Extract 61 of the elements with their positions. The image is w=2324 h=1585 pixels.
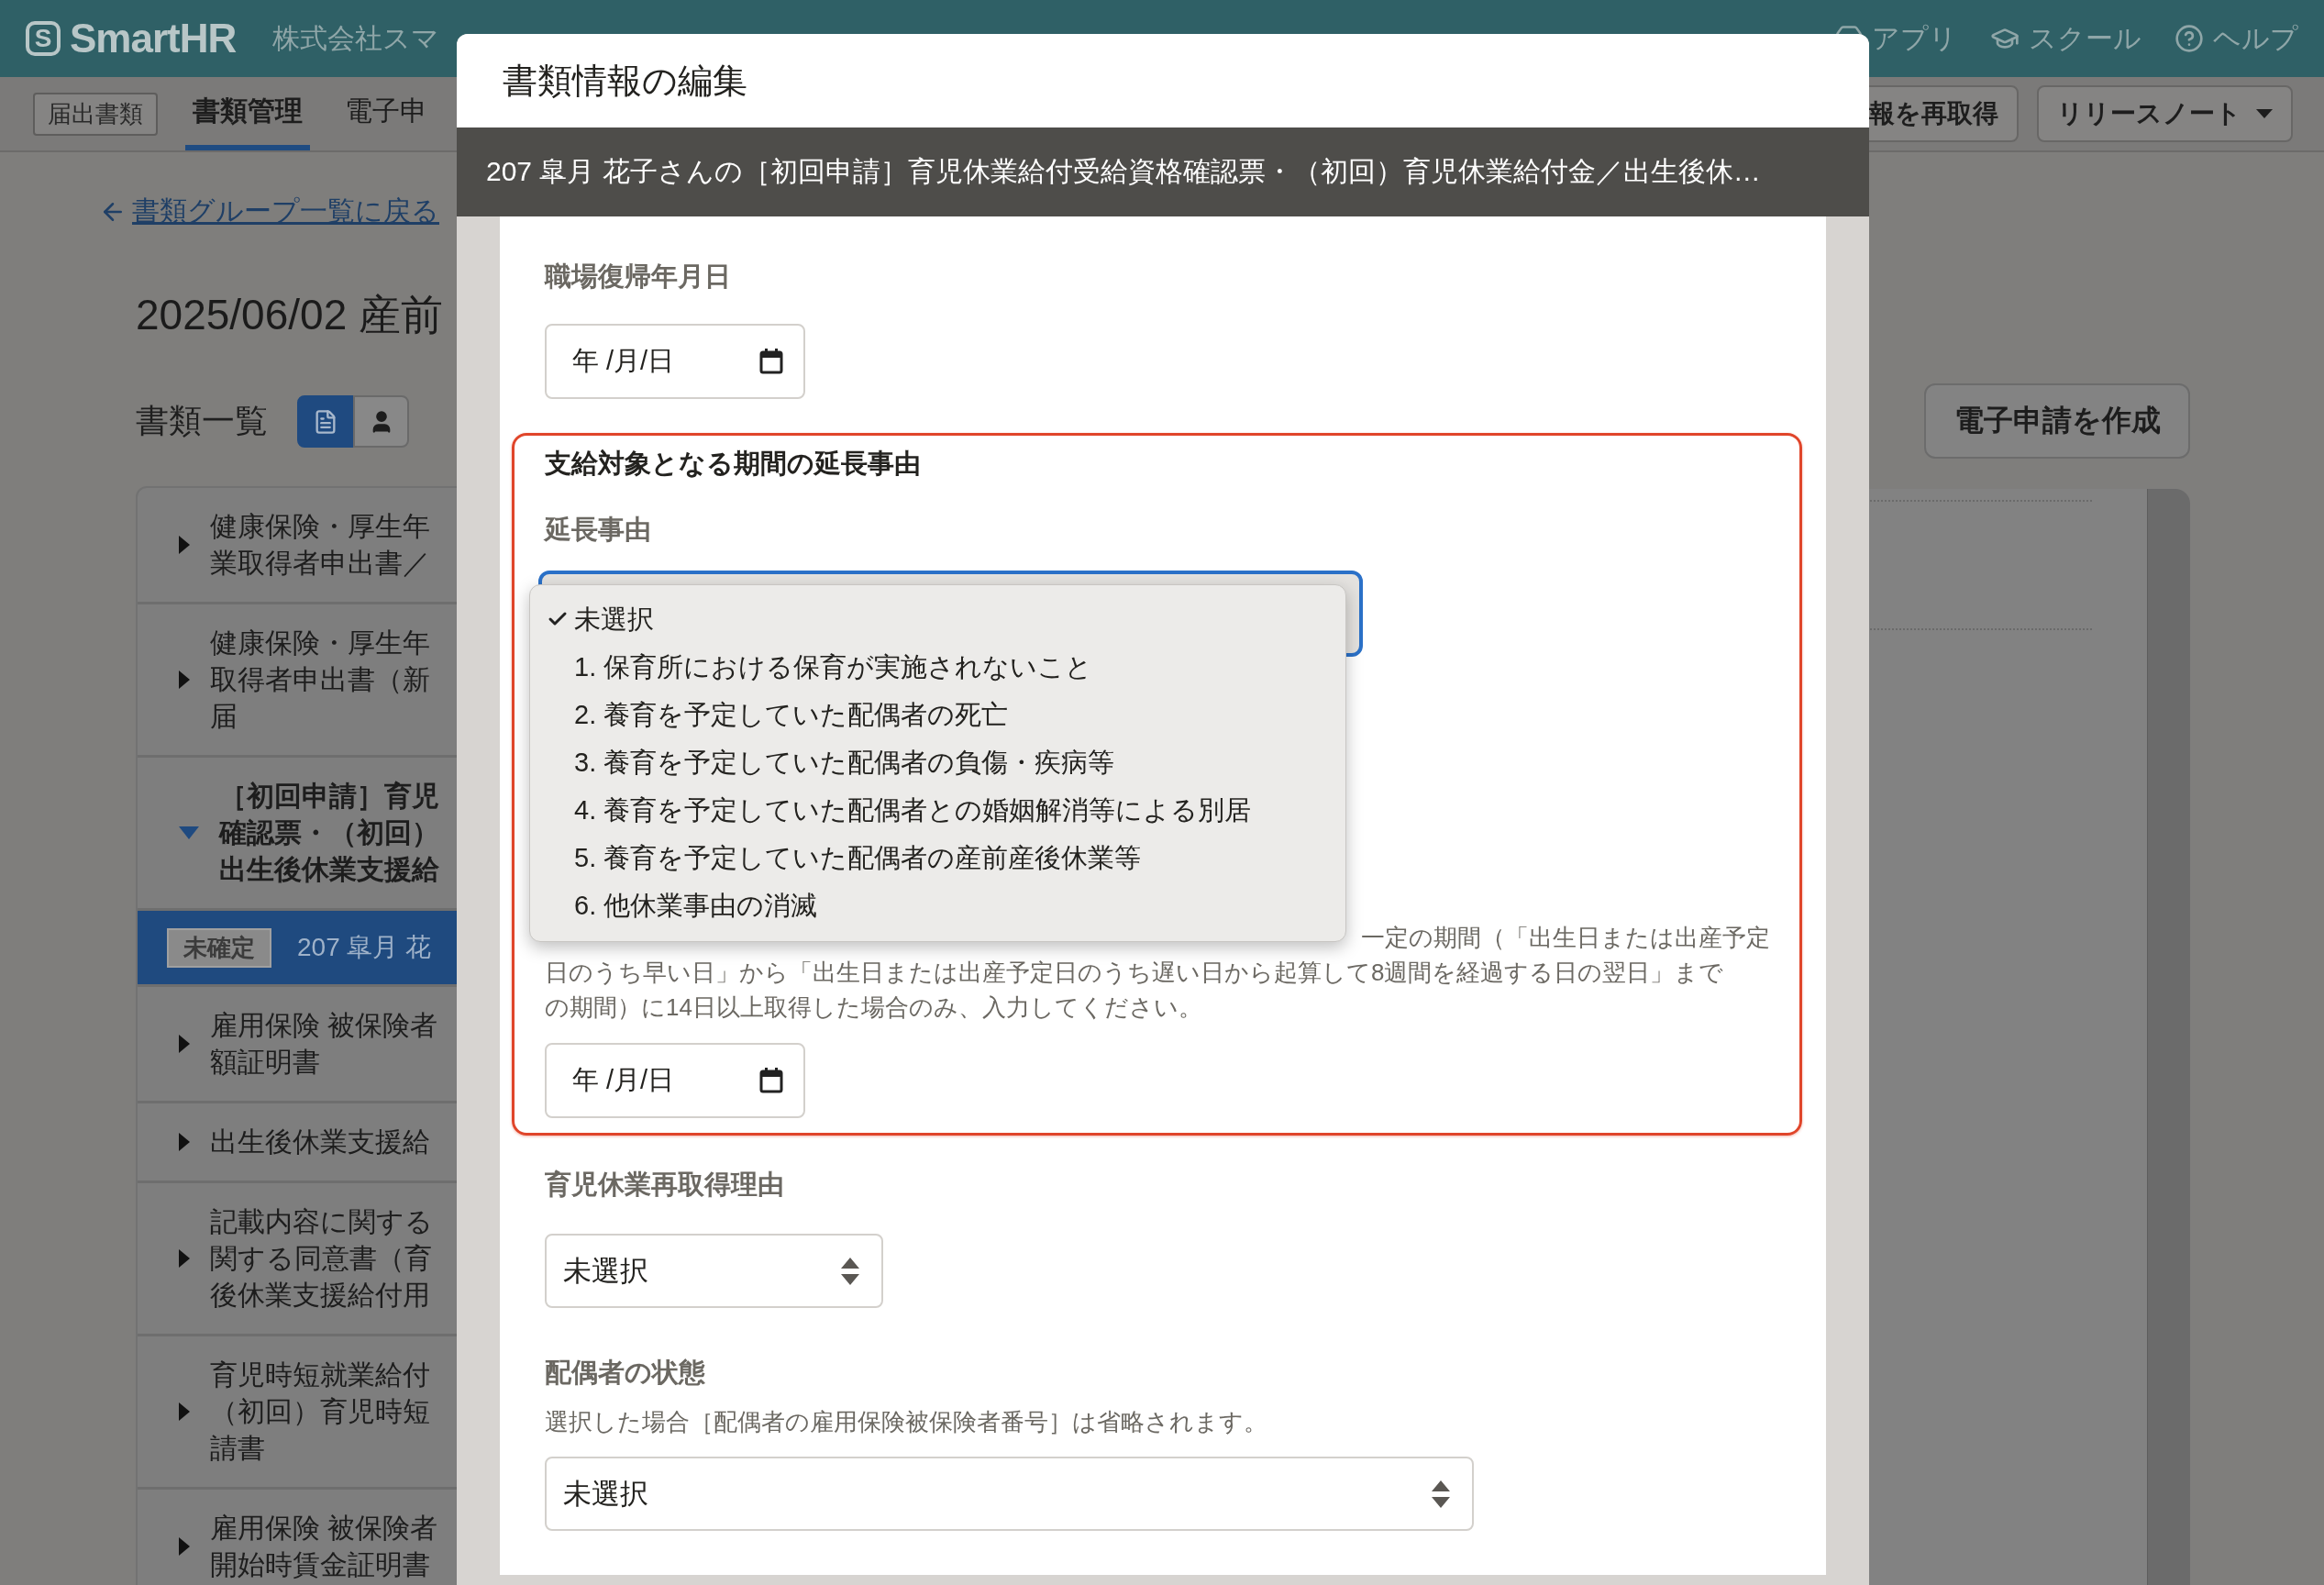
caret-icon	[2256, 109, 2273, 118]
logo-text: SmartHR	[70, 16, 237, 61]
nav-tab[interactable]: 書類管理	[185, 77, 310, 150]
help-icon	[2175, 24, 2204, 53]
back-link[interactable]: 書類グループ一覧に戻る	[99, 193, 493, 230]
document-name: 健康保険・厚生年 取得者申出書（新 届	[210, 626, 430, 733]
select-field[interactable]: 未選択	[545, 1234, 883, 1308]
menu-button[interactable]: リリースノート	[2037, 85, 2293, 142]
nav-tab[interactable]: 届出書類	[33, 92, 158, 136]
caret-right-icon[interactable]	[179, 671, 190, 689]
dropdown-option[interactable]: 3. 養育を予定していた配偶者の負傷・疾病等	[530, 739, 1345, 787]
caret-right-icon[interactable]	[179, 1035, 190, 1053]
document-name: 育児時短就業給付 （初回）育児時短 請書	[210, 1358, 430, 1465]
field-label: 職場復帰年月日	[545, 260, 731, 293]
date-field[interactable]: 年 /月/日	[545, 324, 805, 399]
dropdown-option[interactable]: 5. 養育を予定していた配偶者の産前産後休業等	[530, 835, 1345, 882]
up-down-arrows-icon	[841, 1257, 859, 1285]
document-name: ［初回申請］育児 確認票・（初回） 出生後休業支援給	[219, 780, 439, 886]
select-field[interactable]: 未選択	[545, 1457, 1474, 1531]
help-text: 一定の期間（「出生日または出産予定	[1361, 923, 1770, 953]
document-name: 出生後休業支援給	[210, 1125, 430, 1158]
date-placeholder: 年 /月/日	[572, 345, 675, 377]
caret-right-icon[interactable]	[179, 1537, 190, 1556]
calendar-icon[interactable]	[759, 1068, 783, 1093]
dropdown-option[interactable]: 4. 養育を予定していた配偶者との婚姻解消等による別居	[530, 787, 1345, 835]
field-label: 育児休業再取得理由	[545, 1169, 784, 1201]
logo-mark: S	[26, 21, 61, 56]
nav-tab[interactable]: 電子申	[338, 77, 435, 150]
caret-right-icon[interactable]	[179, 1133, 190, 1151]
section-heading: 支給対象となる期間の延長事由	[545, 448, 921, 480]
field-label: 延長事由	[545, 514, 651, 546]
help-text: 日のうち早い日」から「出生日または出産予定日のうち遅い日から起算して8週間を経過する日の翌日」まで の期間）に14日以上取得した場合のみ、入力してください。	[545, 958, 1724, 1023]
document-name: 雇用保険 被保険者 開始時賃金証明書	[210, 1512, 438, 1581]
calendar-icon[interactable]	[759, 349, 783, 374]
modal-title: 書類情報の編集	[503, 60, 747, 102]
company-name: 株式会社スマ	[272, 21, 440, 55]
dropdown-option[interactable]: 1. 保育所における保育が実施されないこと	[530, 644, 1345, 692]
header-link[interactable]: スクール	[1990, 19, 2141, 58]
dropdown-option[interactable]: 6. 他休業事由の消滅	[530, 882, 1345, 930]
view-toggle-button[interactable]	[353, 395, 409, 448]
status-badge: 未確定	[167, 927, 271, 968]
document-name: 健康保険・厚生年 業取得者申出書／	[210, 510, 430, 580]
up-down-arrows-icon	[1432, 1480, 1450, 1508]
field-label: 配偶者の状態	[545, 1357, 705, 1389]
date-placeholder: 年 /月/日	[572, 1064, 675, 1096]
document-name: 記載内容に関する 関する同意書（育 後休業支援給付用	[210, 1205, 433, 1312]
document-title: 207 皐月 花子さんの［初回申請］育児休業給付受給資格確認票・（初回）育児休業給付金／出生後休…	[486, 155, 1761, 188]
caret-right-icon[interactable]	[179, 536, 190, 554]
page-title: 2025/06/02 産前	[136, 290, 444, 340]
caret-right-icon[interactable]	[179, 1249, 190, 1268]
dropdown-option[interactable]: 2. 養育を予定していた配偶者の死亡	[530, 692, 1345, 739]
create-button[interactable]: 電子申請を作成	[1924, 383, 2190, 459]
dropdown-option[interactable]: 未選択	[530, 596, 1345, 644]
employee-name: 207 皐月 花	[297, 932, 432, 963]
caret-right-icon[interactable]	[179, 1402, 190, 1421]
list-title: 書類一覧	[136, 401, 268, 441]
view-toggle-button[interactable]	[297, 395, 353, 448]
header-link[interactable]: ヘルプ	[2175, 19, 2298, 58]
date-field[interactable]: 年 /月/日	[545, 1043, 805, 1118]
document-name: 雇用保険 被保険者 額証明書	[210, 1009, 438, 1079]
help-text: 選択した場合［配偶者の雇用保険被保険者番号］は省略されます。	[545, 1407, 1267, 1437]
